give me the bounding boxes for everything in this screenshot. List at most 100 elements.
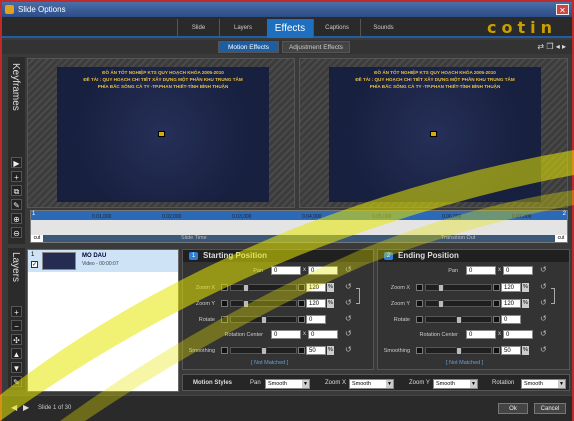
zoom-y-style-select[interactable]: Smooth ▼ — [433, 379, 478, 389]
remove-layer-button[interactable]: − — [11, 320, 22, 331]
prev-icon[interactable]: ◂ — [556, 42, 560, 51]
cancel-button[interactable]: Cancel — [534, 403, 566, 414]
slider-increase[interactable] — [493, 300, 500, 307]
slider-decrease[interactable] — [416, 316, 423, 323]
reset-icon[interactable]: ↺ — [345, 282, 352, 291]
slider-knob[interactable] — [438, 284, 444, 292]
add-keyframe-button[interactable]: + — [11, 171, 22, 182]
ok-button[interactable]: Ok — [498, 403, 528, 414]
move-up-icon[interactable]: ▲ — [11, 348, 22, 359]
reset-icon[interactable]: ↺ — [345, 314, 352, 323]
slider-increase[interactable] — [298, 300, 305, 307]
timeline[interactable]: 1 2 0.01,000 0.02,000 0.03,000 0.04,000 … — [30, 210, 568, 243]
smoothing-field[interactable]: 50 — [501, 346, 521, 355]
start-marker[interactable]: 1 — [32, 211, 35, 217]
slider-decrease[interactable] — [221, 316, 228, 323]
rotate-slider[interactable] — [425, 316, 492, 324]
zoom-x-field[interactable]: 120 — [306, 283, 326, 292]
move-icon[interactable]: ✣ — [11, 334, 22, 345]
slider-increase[interactable] — [493, 347, 500, 354]
smoothing-slider[interactable] — [425, 347, 492, 355]
edit-keyframe-icon[interactable]: ✎ — [11, 199, 22, 210]
pan-x-field[interactable]: 0 — [466, 266, 496, 275]
reset-icon[interactable]: ↺ — [345, 345, 352, 354]
tab-effects[interactable]: Effects — [267, 19, 313, 38]
swap-icon[interactable]: ⇄ — [537, 42, 544, 51]
slider-decrease[interactable] — [221, 284, 228, 291]
rotation-center-y-field[interactable]: 0 — [308, 330, 338, 339]
zoom-y-slider[interactable] — [230, 300, 297, 308]
next-icon[interactable]: ▸ — [562, 42, 566, 51]
add-layer-button[interactable]: + — [11, 306, 22, 317]
zoom-in-icon[interactable]: ⊕ — [11, 213, 22, 224]
zoom-y-slider[interactable] — [425, 300, 492, 308]
end-marker[interactable]: 2 — [563, 211, 566, 217]
zoom-y-field[interactable]: 120 — [501, 299, 521, 308]
rotation-center-y-field[interactable]: 0 — [503, 330, 533, 339]
rotate-field[interactable]: 0 — [306, 315, 326, 324]
rotation-style-select[interactable]: Smooth ▼ — [521, 379, 566, 389]
zoom-x-slider[interactable] — [230, 284, 297, 292]
reset-icon[interactable]: ↺ — [345, 298, 352, 307]
center-handle-icon[interactable] — [158, 131, 165, 137]
next-slide-icon[interactable]: ▶ — [23, 403, 29, 412]
slider-knob[interactable] — [243, 284, 249, 292]
smoothing-slider[interactable] — [230, 347, 297, 355]
tab-slide[interactable]: Slide — [177, 19, 219, 38]
link-zoom-icon[interactable] — [551, 288, 555, 304]
subtab-adjustment-effects[interactable]: Adjustment Effects — [282, 41, 350, 53]
reset-icon[interactable]: ↺ — [345, 329, 352, 338]
move-down-icon[interactable]: ▼ — [11, 362, 22, 373]
window-icon[interactable]: ❐ — [546, 42, 553, 51]
tab-layers[interactable]: Layers — [219, 19, 266, 38]
reset-icon[interactable]: ↺ — [345, 265, 352, 274]
slider-knob[interactable] — [456, 347, 462, 355]
slider-knob[interactable] — [438, 300, 444, 308]
slider-knob[interactable] — [261, 316, 267, 324]
tab-captions[interactable]: Captions — [313, 19, 360, 38]
close-button[interactable]: ✕ — [556, 4, 569, 15]
play-button[interactable]: ▶ — [11, 157, 22, 168]
slider-increase[interactable] — [298, 316, 305, 323]
slider-increase[interactable] — [493, 284, 500, 291]
copy-keyframe-icon[interactable]: ⧉ — [11, 185, 22, 196]
pan-x-field[interactable]: 0 — [271, 266, 301, 275]
not-matched-link[interactable]: [ Not Matched ] — [251, 360, 288, 366]
zoom-x-slider[interactable] — [425, 284, 492, 292]
pan-y-field[interactable]: 0 — [503, 266, 533, 275]
end-preview[interactable]: ĐỒ ÁN TỐT NGHIỆP KTS QUY HOẠCH KHÓA 2005… — [299, 58, 568, 208]
reset-icon[interactable]: ↺ — [540, 265, 547, 274]
rotate-slider[interactable] — [230, 316, 297, 324]
prev-slide-icon[interactable]: ◀ — [11, 403, 17, 412]
edit-layer-icon[interactable]: ✎ — [11, 376, 22, 387]
slider-increase[interactable] — [298, 284, 305, 291]
tab-sounds[interactable]: Sounds — [360, 19, 406, 38]
slider-decrease[interactable] — [416, 300, 423, 307]
slider-increase[interactable] — [493, 316, 500, 323]
center-handle-icon[interactable] — [430, 131, 437, 137]
zoom-y-field[interactable]: 120 — [306, 299, 326, 308]
reset-icon[interactable]: ↺ — [540, 298, 547, 307]
zoom-x-style-select[interactable]: Smooth ▼ — [349, 379, 394, 389]
pan-y-field[interactable]: 0 — [308, 266, 338, 275]
rotation-center-x-field[interactable]: 0 — [271, 330, 301, 339]
slider-knob[interactable] — [261, 347, 267, 355]
smoothing-field[interactable]: 50 — [306, 346, 326, 355]
slider-decrease[interactable] — [416, 284, 423, 291]
reset-icon[interactable]: ↺ — [540, 282, 547, 291]
not-matched-link[interactable]: [ Not Matched ] — [446, 360, 483, 366]
reset-icon[interactable]: ↺ — [540, 345, 547, 354]
start-preview[interactable]: ĐỒ ÁN TỐT NGHIỆP KTS QUY HOẠCH KHÓA 2005… — [27, 58, 295, 208]
pan-style-select[interactable]: Smooth ▼ — [265, 379, 310, 389]
rotation-center-x-field[interactable]: 0 — [466, 330, 496, 339]
zoom-x-field[interactable]: 120 — [501, 283, 521, 292]
reset-icon[interactable]: ↺ — [540, 314, 547, 323]
slider-decrease[interactable] — [221, 300, 228, 307]
reset-icon[interactable]: ↺ — [540, 329, 547, 338]
slider-knob[interactable] — [456, 316, 462, 324]
slider-decrease[interactable] — [416, 347, 423, 354]
slider-increase[interactable] — [298, 347, 305, 354]
layer-checkbox[interactable]: ✓ — [31, 261, 38, 268]
zoom-out-icon[interactable]: ⊖ — [11, 227, 22, 238]
rotate-field[interactable]: 0 — [501, 315, 521, 324]
